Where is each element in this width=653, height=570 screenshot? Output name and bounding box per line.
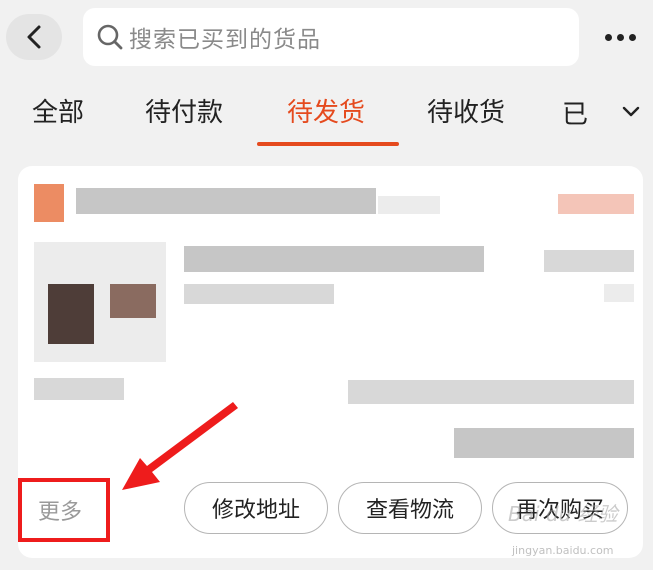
order-summary-blurred xyxy=(348,380,634,404)
tab-completed-partial[interactable]: 已 xyxy=(562,94,602,131)
back-button[interactable] xyxy=(6,14,62,60)
order-status-tabs: 全部 待付款 待发货 待收货 已 xyxy=(0,80,653,150)
more-options-icon[interactable] xyxy=(600,22,640,52)
tab-pending-receipt[interactable]: 待收货 xyxy=(427,92,505,129)
order-list-page: 搜索已买到的货品 全部 待付款 待发货 待收货 已 更多 修改地址 查看物流 再… xyxy=(0,0,653,570)
order-total-blurred xyxy=(454,428,634,458)
tab-pending-payment[interactable]: 待付款 xyxy=(145,92,223,129)
search-icon xyxy=(95,22,125,52)
view-logistics-button[interactable]: 查看物流 xyxy=(338,482,482,534)
tab-all[interactable]: 全部 xyxy=(32,92,84,129)
product-price-blurred xyxy=(544,250,634,272)
annotation-highlight-box xyxy=(18,478,110,542)
product-spec-blurred xyxy=(184,284,334,304)
active-tab-indicator xyxy=(257,142,399,146)
top-bar: 搜索已买到的货品 xyxy=(0,0,653,78)
search-input[interactable]: 搜索已买到的货品 xyxy=(83,8,579,66)
chevron-down-icon[interactable] xyxy=(622,106,640,118)
product-title-blurred xyxy=(184,246,484,272)
search-placeholder: 搜索已买到的货品 xyxy=(129,27,321,53)
chevron-left-icon xyxy=(27,25,41,49)
shop-name-blurred xyxy=(76,188,376,214)
watermark-url: jingyan.baidu.com xyxy=(512,544,614,557)
watermark-logo: Bai du 经验 xyxy=(508,502,618,526)
tab-overflow[interactable]: 已 xyxy=(562,92,653,132)
shop-logo-blurred xyxy=(34,184,64,222)
order-status-blurred xyxy=(558,194,634,214)
tab-pending-shipment[interactable]: 待发货 xyxy=(287,92,365,129)
modify-address-button[interactable]: 修改地址 xyxy=(184,482,328,534)
